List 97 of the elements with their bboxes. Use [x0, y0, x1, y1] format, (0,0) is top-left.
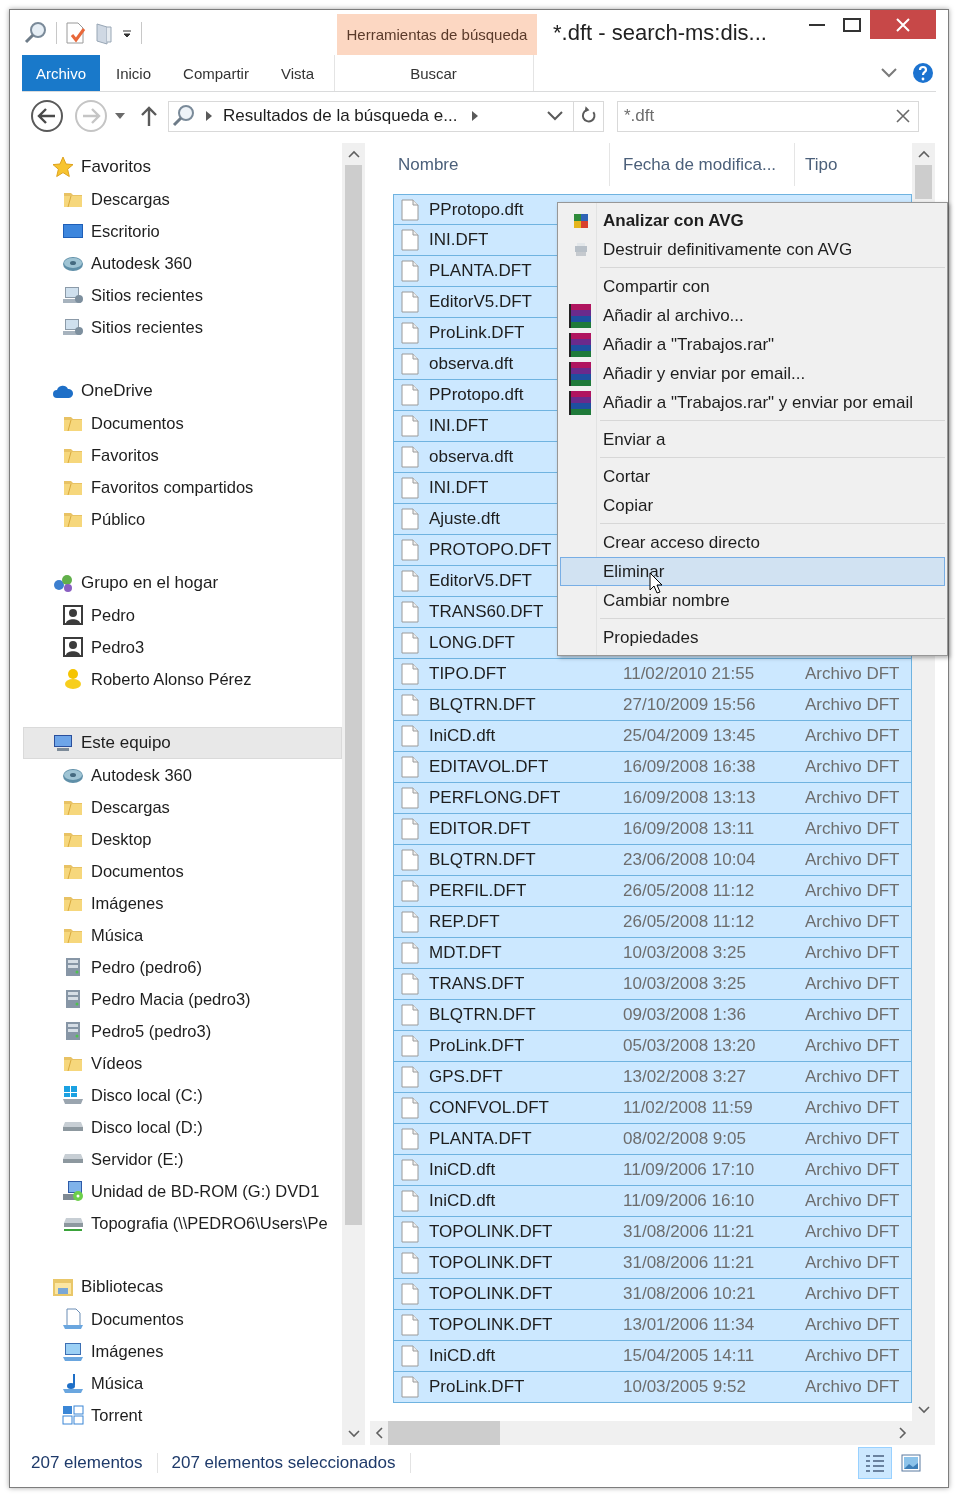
date-cell-text: 31/08/2006 10:21	[622, 1284, 757, 1304]
file-name: TOPOLINK.DFT	[429, 1315, 553, 1335]
date-cell-text: 13/02/2008 3:27	[622, 1067, 747, 1087]
file-name: LONG.DFT	[429, 633, 515, 653]
window-title: *.dft - search-ms:dis...	[552, 18, 768, 47]
date-cell-text: 31/08/2006 11:21	[622, 1253, 756, 1273]
type-cell-text: Archivo DFT	[804, 1377, 901, 1397]
file-name: IniCD.dft	[429, 1191, 496, 1211]
type-cell-text: Archivo DFT	[804, 912, 901, 932]
file-name: GPS.DFT	[429, 1067, 503, 1087]
context-tab-title: Herramientas de búsqueda	[337, 14, 537, 55]
file-name: PLANTA.DFT	[429, 1129, 532, 1149]
type-cell-text: Archivo DFT	[804, 1036, 901, 1056]
type-cell-text: Archivo DFT	[804, 695, 901, 715]
selection-count: 207 elementos seleccionados	[171, 1453, 411, 1473]
date-cell-text: 13/01/2006 11:34	[622, 1315, 756, 1335]
nav-group-label: Favoritos	[81, 157, 151, 177]
file-name: TOPOLINK.DFT	[429, 1284, 553, 1304]
date-cell-text: 10/03/2008 3:25	[622, 974, 747, 994]
date-cell-text: 16/09/2008 16:38	[622, 757, 757, 777]
type-cell-text: Archivo DFT	[804, 788, 901, 808]
type-cell-text: Archivo DFT	[804, 819, 901, 839]
file-name: CONFVOL.DFT	[429, 1098, 549, 1118]
date-cell-text: 10/03/2008 3:25	[622, 943, 747, 963]
date-cell-text: 11/02/2010 21:55	[622, 664, 756, 684]
type-cell-text: Archivo DFT	[804, 1346, 901, 1366]
file-name: PProtopo.dft	[429, 385, 524, 405]
file-name: INI.DFT	[429, 416, 489, 436]
file-name: TRANS.DFT	[429, 974, 525, 994]
file-name: ProLink.DFT	[429, 323, 525, 343]
file-name: INI.DFT	[429, 478, 489, 498]
type-cell-text: Archivo DFT	[804, 881, 901, 901]
type-cell-text: Archivo DFT	[804, 1098, 901, 1118]
address-path: Resultados de la búsqueda e...	[223, 106, 458, 126]
file-name: EditorV5.DFT	[429, 571, 532, 591]
date-cell-text: 26/05/2008 11:12	[622, 881, 756, 901]
date-cell-text: 08/02/2008 9:05	[622, 1129, 747, 1149]
type-cell-text: Archivo DFT	[804, 726, 901, 746]
file-name: BLQTRN.DFT	[429, 850, 536, 870]
date-cell-text: 26/05/2008 11:12	[622, 912, 756, 932]
file-name: EDITAVOL.DFT	[429, 757, 549, 777]
type-cell-text: Archivo DFT	[804, 1067, 901, 1087]
type-cell-text: Archivo DFT	[804, 1284, 901, 1304]
date-cell-text: 25/04/2009 13:45	[622, 726, 757, 746]
date-cell-text: 11/09/2006 17:10	[622, 1160, 756, 1180]
file-name: TOPOLINK.DFT	[429, 1253, 553, 1273]
date-cell-text: 05/03/2008 13:20	[622, 1036, 757, 1056]
type-cell-text: Archivo DFT	[804, 1222, 901, 1242]
file-name: ProLink.DFT	[429, 1036, 525, 1056]
file-name: IniCD.dft	[429, 726, 496, 746]
date-cell-text: 11/02/2008 11:59	[622, 1098, 754, 1118]
date-cell-text: 27/10/2009 15:56	[622, 695, 757, 715]
type-cell-text: Archivo DFT	[804, 664, 901, 684]
file-name: EditorV5.DFT	[429, 292, 532, 312]
date-cell-text: 11/09/2006 16:10	[622, 1191, 756, 1211]
type-cell-text: Archivo DFT	[804, 974, 901, 994]
type-cell-text: Archivo DFT	[804, 1129, 901, 1149]
file-name: observa.dft	[429, 354, 514, 374]
date-cell-text: 16/09/2008 13:11	[622, 819, 756, 839]
type-cell-text: Archivo DFT	[804, 1253, 901, 1273]
file-name: IniCD.dft	[429, 1160, 496, 1180]
file-name: REP.DFT	[429, 912, 500, 932]
file-name: PLANTA.DFT	[429, 261, 532, 281]
file-name: INI.DFT	[429, 230, 489, 250]
date-cell-text: 09/03/2008 1:36	[622, 1005, 747, 1025]
file-name: IniCD.dft	[429, 1346, 496, 1366]
nav-group-label: Bibliotecas	[81, 1277, 164, 1297]
type-cell-text: Archivo DFT	[804, 757, 901, 777]
type-cell-text: Archivo DFT	[804, 1160, 901, 1180]
date-cell-text: 16/09/2008 13:13	[622, 788, 757, 808]
date-cell-text: 10/03/2005 9:52	[622, 1377, 747, 1397]
date-cell-text: 15/04/2005 14:11	[622, 1346, 756, 1366]
file-name: PERFLONG.DFT	[429, 788, 561, 808]
nav-group-label: OneDrive	[81, 381, 153, 401]
file-name: PERFIL.DFT	[429, 881, 527, 901]
item-count: 207 elementos	[31, 1453, 158, 1473]
file-name: observa.dft	[429, 447, 514, 467]
date-cell-text: 23/06/2008 10:04	[622, 850, 757, 870]
type-cell-text: Archivo DFT	[804, 1005, 901, 1025]
file-name: Ajuste.dft	[429, 509, 500, 529]
file-name: EDITOR.DFT	[429, 819, 531, 839]
date-cell-text: 31/08/2006 11:21	[622, 1222, 756, 1242]
file-name: TOPOLINK.DFT	[429, 1222, 553, 1242]
type-cell-text: Archivo DFT	[804, 1191, 901, 1211]
file-name: MDT.DFT	[429, 943, 502, 963]
file-name: TRANS60.DFT	[429, 602, 544, 622]
nav-group-label: Este equipo	[81, 733, 171, 753]
type-cell-text: Archivo DFT	[804, 850, 901, 870]
file-name: TIPO.DFT	[429, 664, 507, 684]
file-name: BLQTRN.DFT	[429, 695, 536, 715]
nav-group-label: Grupo en el hogar	[81, 573, 219, 593]
file-name: BLQTRN.DFT	[429, 1005, 536, 1025]
type-cell-text: Archivo DFT	[804, 943, 901, 963]
file-name: ProLink.DFT	[429, 1377, 525, 1397]
file-name: PProtopo.dft	[429, 199, 524, 220]
file-name: PROTOPO.DFT	[429, 540, 552, 560]
type-cell-text: Archivo DFT	[804, 1315, 901, 1335]
